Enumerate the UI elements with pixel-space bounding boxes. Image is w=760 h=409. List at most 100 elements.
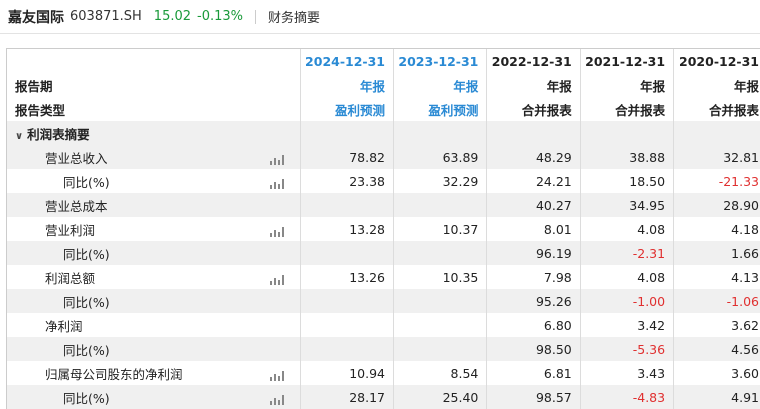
empty-cell [579, 121, 674, 145]
table-row: 营业利润 13.28 10.37 8.01 4.08 4.18 [7, 217, 760, 241]
stock-header: 嘉友国际 603871.SH 15.02 -0.13% 财务摘要 [0, 0, 760, 34]
column-report-type: 合并报表 [486, 97, 581, 121]
value-cell: -1.06 [673, 289, 760, 313]
stock-name: 嘉友国际 [8, 9, 64, 26]
column-date[interactable]: 2023-12-31 [393, 49, 487, 73]
column-date[interactable]: 2020-12-31 [673, 49, 760, 73]
value-cell [393, 313, 487, 337]
table-row: 营业总收入 78.82 63.89 48.29 38.88 32.81 [7, 145, 760, 169]
row-label: 营业总成本 [45, 198, 108, 214]
bar-chart-icon[interactable] [269, 154, 284, 165]
value-cell: 98.50 [486, 337, 581, 361]
value-cell: 98.57 [486, 385, 581, 409]
divider [255, 9, 257, 24]
bar-chart-icon[interactable] [269, 226, 284, 237]
row-label-cell: 营业总收入 [7, 145, 301, 169]
value-cell: 3.62 [673, 313, 760, 337]
row-label: 同比(%) [63, 342, 110, 358]
value-cell: 6.81 [486, 361, 581, 385]
header-empty-cell [7, 49, 300, 73]
header-report-type-row: 报告类型 盈利预测 盈利预测 合并报表 合并报表 合并报表 [7, 97, 760, 121]
row-label: 营业总收入 [45, 150, 108, 166]
value-cell [299, 193, 394, 217]
row-label-cell: 同比(%) [7, 289, 301, 313]
row-label: 归属母公司股东的净利润 [45, 366, 183, 382]
value-cell [299, 313, 394, 337]
value-cell: 4.08 [579, 217, 674, 241]
section-row[interactable]: ∨ 利润表摘要 [7, 121, 760, 145]
chevron-down-icon[interactable]: ∨ [15, 131, 23, 142]
column-period-type: 年报 [299, 73, 394, 97]
value-cell: -1.00 [579, 289, 674, 313]
bar-chart-icon[interactable] [269, 274, 284, 285]
row-label-cell: 营业总成本 [7, 193, 301, 217]
empty-cell [486, 121, 581, 145]
value-cell: -2.31 [579, 241, 674, 265]
empty-cell [393, 121, 487, 145]
value-cell: 1.66 [673, 241, 760, 265]
row-label-cell: 营业利润 [7, 217, 300, 241]
value-cell: 7.98 [486, 265, 581, 289]
value-cell: 10.35 [393, 265, 487, 289]
value-cell [393, 289, 487, 313]
column-period-type: 年报 [579, 73, 674, 97]
value-cell [299, 241, 394, 265]
financial-summary-table: 2024-12-31 2023-12-31 2022-12-31 2021-12-31… [7, 49, 760, 409]
value-cell: 3.43 [579, 361, 674, 385]
value-cell [393, 241, 487, 265]
row-label-cell: 净利润 [7, 313, 300, 337]
table-row: 利润总额 13.26 10.35 7.98 4.08 4.13 [7, 265, 760, 289]
table-row: 同比(%) 98.50 -5.36 4.56 [7, 337, 760, 361]
row-label: 同比(%) [63, 294, 110, 310]
value-cell [299, 337, 394, 361]
empty-cell [673, 121, 760, 145]
table-row: 同比(%) 28.17 25.40 98.57 -4.83 4.91 [7, 385, 760, 409]
value-cell: 23.38 [299, 169, 394, 193]
value-cell: 4.18 [673, 217, 760, 241]
row-label-cell: 同比(%) [7, 337, 301, 361]
column-report-type: 盈利预测 [393, 97, 487, 121]
value-cell: 4.91 [673, 385, 760, 409]
value-cell: 3.42 [579, 313, 674, 337]
value-cell: 8.54 [393, 361, 487, 385]
value-cell: 13.26 [299, 265, 394, 289]
value-cell: 25.40 [393, 385, 487, 409]
row-label: 同比(%) [63, 246, 110, 262]
table-row: 净利润 6.80 3.42 3.62 [7, 313, 760, 337]
header-date-row: 2024-12-31 2023-12-31 2022-12-31 2021-12-31… [7, 49, 760, 73]
row-label-cell: 同比(%) [7, 241, 301, 265]
value-cell: 38.88 [579, 145, 674, 169]
report-type-label: 报告类型 [15, 102, 66, 118]
value-cell: 24.21 [486, 169, 581, 193]
row-label-cell: 同比(%) [7, 169, 300, 193]
bar-chart-icon[interactable] [269, 370, 284, 381]
header-period-row: 报告期 年报 年报 年报 年报 年报 [7, 73, 760, 97]
value-cell: 48.29 [486, 145, 581, 169]
column-report-type: 合并报表 [673, 97, 760, 121]
value-cell: 18.50 [579, 169, 674, 193]
period-label: 报告期 [15, 78, 53, 94]
value-cell: 96.19 [486, 241, 581, 265]
row-label: 同比(%) [63, 390, 110, 406]
column-date[interactable]: 2022-12-31 [486, 49, 581, 73]
value-cell: 63.89 [393, 145, 487, 169]
bar-chart-icon[interactable] [269, 394, 284, 405]
value-cell: 4.56 [673, 337, 760, 361]
column-period-type: 年报 [393, 73, 487, 97]
value-cell: 78.82 [299, 145, 394, 169]
value-cell: 4.13 [673, 265, 760, 289]
column-date[interactable]: 2021-12-31 [579, 49, 674, 73]
column-period-type: 年报 [486, 73, 581, 97]
row-label: 同比(%) [63, 174, 110, 190]
table-row: 同比(%) 23.38 32.29 24.21 18.50 -21.33 [7, 169, 760, 193]
stock-code: 603871.SH [70, 9, 142, 24]
section-toggle[interactable]: ∨ 利润表摘要 [7, 121, 301, 145]
row-label: 净利润 [45, 318, 83, 334]
column-date[interactable]: 2024-12-31 [299, 49, 394, 73]
value-cell [393, 193, 487, 217]
table-row: 同比(%) 96.19 -2.31 1.66 [7, 241, 760, 265]
stock-change: -0.13% [197, 9, 244, 24]
value-cell: 3.60 [673, 361, 760, 385]
bar-chart-icon[interactable] [269, 178, 284, 189]
tab-financial-summary[interactable]: 财务摘要 [268, 7, 320, 26]
